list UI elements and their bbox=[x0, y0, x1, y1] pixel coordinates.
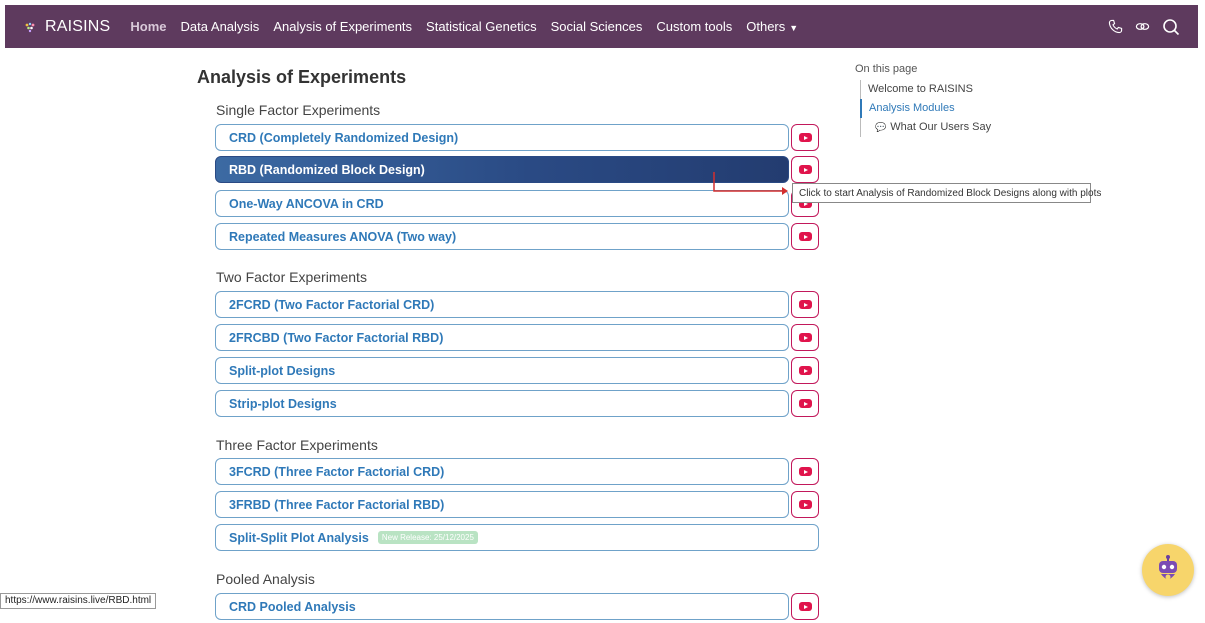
robot-icon bbox=[1159, 555, 1177, 580]
video-button-crd-pooled[interactable] bbox=[791, 593, 819, 620]
grape-logo-icon bbox=[25, 22, 35, 32]
chatbot-button[interactable] bbox=[1142, 544, 1194, 596]
search-icon[interactable] bbox=[1162, 18, 1180, 36]
youtube-icon bbox=[798, 602, 812, 611]
youtube-icon bbox=[798, 500, 812, 509]
nav-item-statistical-genetics[interactable]: Statistical Genetics bbox=[426, 19, 537, 34]
section-title-three-factor: Three Factor Experiments bbox=[216, 437, 378, 453]
nav-item-data-analysis[interactable]: Data Analysis bbox=[181, 19, 260, 34]
nav-item-others-label: Others bbox=[746, 19, 786, 34]
module-button-2fcrd[interactable]: 2FCRD (Two Factor Factorial CRD) bbox=[215, 291, 789, 318]
section-title-pooled: Pooled Analysis bbox=[216, 571, 315, 587]
module-button-split-plot[interactable]: Split-plot Designs bbox=[215, 357, 789, 384]
module-button-2frcbd[interactable]: 2FRCBD (Two Factor Factorial RBD) bbox=[215, 324, 789, 351]
youtube-icon bbox=[798, 366, 812, 375]
toc-item-label: What Our Users Say bbox=[890, 121, 992, 133]
video-button-3frbd[interactable] bbox=[791, 491, 819, 518]
youtube-icon bbox=[798, 467, 812, 476]
module-button-3frbd[interactable]: 3FRBD (Three Factor Factorial RBD) bbox=[215, 491, 789, 518]
module-label: Split-Split Plot Analysis bbox=[229, 530, 369, 545]
module-button-3fcrd[interactable]: 3FCRD (Three Factor Factorial CRD) bbox=[215, 458, 789, 485]
nav-item-home[interactable]: Home bbox=[130, 19, 166, 34]
youtube-icon bbox=[798, 133, 812, 142]
youtube-icon bbox=[798, 333, 812, 342]
toc-item-analysis-modules[interactable]: Analysis Modules bbox=[860, 99, 991, 118]
nav-item-social-sciences[interactable]: Social Sciences bbox=[551, 19, 643, 34]
video-button-rbd[interactable] bbox=[791, 156, 819, 183]
page-title: Analysis of Experiments bbox=[197, 67, 407, 87]
module-button-crd-pooled[interactable]: CRD Pooled Analysis bbox=[215, 593, 789, 620]
new-release-badge: New Release: 25/12/2025 bbox=[377, 531, 478, 544]
speech-bubble-icon: 💬 bbox=[875, 122, 887, 132]
toc-title: On this page bbox=[855, 63, 918, 75]
chevron-down-icon: ▼ bbox=[789, 22, 799, 33]
video-button-2fcrd[interactable] bbox=[791, 291, 819, 318]
youtube-icon bbox=[798, 165, 812, 174]
toc-item-welcome[interactable]: Welcome to RAISINS bbox=[861, 80, 991, 99]
toc-item-user-reviews[interactable]: 💬 What Our Users Say bbox=[861, 118, 991, 137]
nav-item-analysis-of-experiments[interactable]: Analysis of Experiments bbox=[273, 19, 412, 34]
youtube-icon bbox=[798, 300, 812, 309]
video-button-strip-plot[interactable] bbox=[791, 390, 819, 417]
module-button-strip-plot[interactable]: Strip-plot Designs bbox=[215, 390, 789, 417]
top-navbar: RAISINS Home Data Analysis Analysis of E… bbox=[5, 5, 1198, 48]
brand-name: RAISINS bbox=[45, 17, 111, 35]
pointer-arrow-icon bbox=[713, 172, 788, 195]
section-title-single-factor: Single Factor Experiments bbox=[216, 102, 381, 118]
video-button-repeated-measures[interactable] bbox=[791, 223, 819, 250]
youtube-icon bbox=[798, 399, 812, 408]
nav-item-others[interactable]: Others ▼ bbox=[746, 19, 798, 34]
nav-menu: Home Data Analysis Analysis of Experimen… bbox=[130, 19, 812, 34]
nav-right-icons bbox=[1108, 5, 1180, 48]
video-button-split-plot[interactable] bbox=[791, 357, 819, 384]
module-button-repeated-measures[interactable]: Repeated Measures ANOVA (Two way) bbox=[215, 223, 789, 250]
brand[interactable]: RAISINS bbox=[23, 18, 110, 36]
section-title-two-factor: Two Factor Experiments bbox=[216, 269, 367, 285]
video-button-3fcrd[interactable] bbox=[791, 458, 819, 485]
video-button-2frcbd[interactable] bbox=[791, 324, 819, 351]
link-icon[interactable] bbox=[1135, 19, 1150, 34]
module-button-crd[interactable]: CRD (Completely Randomized Design) bbox=[215, 124, 789, 151]
module-button-split-split-plot[interactable]: Split-Split Plot Analysis New Release: 2… bbox=[215, 524, 819, 551]
youtube-icon bbox=[798, 232, 812, 241]
phone-icon[interactable] bbox=[1108, 19, 1123, 34]
tooltip: Click to start Analysis of Randomized Bl… bbox=[792, 183, 1101, 203]
nav-item-custom-tools[interactable]: Custom tools bbox=[656, 19, 732, 34]
module-button-rbd[interactable]: RBD (Randomized Block Design) bbox=[215, 156, 789, 183]
module-button-one-way-ancova[interactable]: One-Way ANCOVA in CRD bbox=[215, 190, 789, 217]
video-button-crd[interactable] bbox=[791, 124, 819, 151]
status-bar-url: https://www.raisins.live/RBD.html bbox=[0, 593, 157, 609]
toc-list: Welcome to RAISINS Analysis Modules 💬 Wha… bbox=[860, 80, 991, 137]
